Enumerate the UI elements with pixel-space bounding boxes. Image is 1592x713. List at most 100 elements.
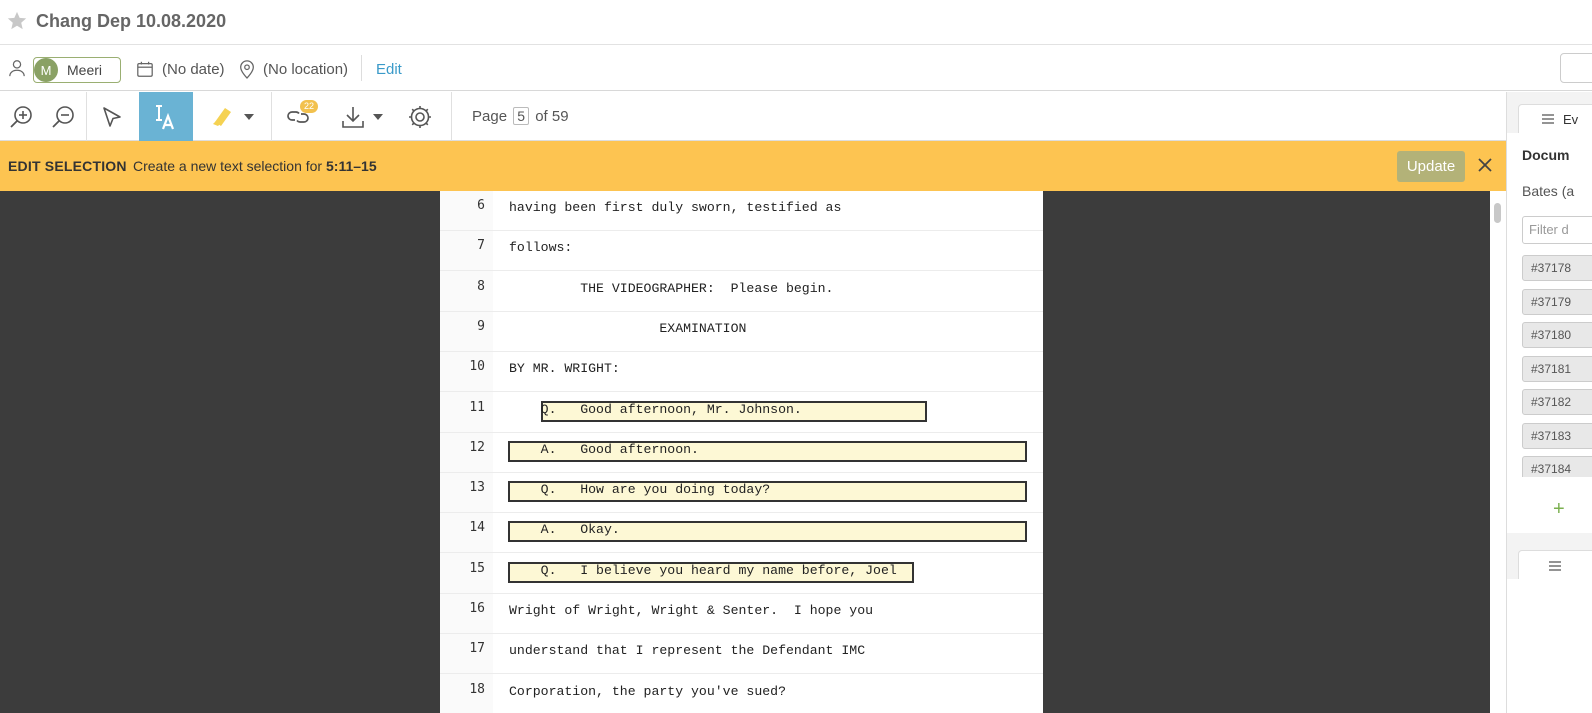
list-icon [1549,561,1561,571]
zoom-in-button[interactable] [2,92,40,141]
transcript-line[interactable]: 9 EXAMINATION [440,312,1043,352]
tab-secondary[interactable] [1518,550,1592,580]
banner-label: EDIT SELECTION [8,158,127,174]
text-select-icon [156,104,175,129]
person-icon [9,60,25,77]
transcript-line[interactable]: 17 understand that I represent the Defend… [440,634,1043,675]
line-number: 10 [469,359,485,375]
transcript-page[interactable]: 6 having been first duly sworn, testified… [440,191,1043,713]
bates-item[interactable]: #37179 [1522,288,1592,315]
banner-message: Create a new text selection for [133,158,326,174]
panel-subheading: Bates (a [1522,183,1575,199]
transcript-line[interactable]: 18 Corporation, the party you've sued? [440,675,1043,713]
transcript-line[interactable]: 16 Wright of Wright, Wright & Senter. I h… [440,594,1043,634]
line-number: 15 [469,560,485,576]
tab-label: Ev [1563,112,1579,127]
user-name: Meeri [67,62,103,78]
divider [451,92,452,141]
bates-item[interactable]: #37184 [1522,456,1592,477]
scrollbar-thumb[interactable] [1494,203,1501,223]
line-text: Q. I believe you heard my name before, J… [509,562,897,578]
transcript-line[interactable]: 8 THE VIDEOGRAPHER: Please begin. [440,272,1043,312]
add-button[interactable]: + [1553,498,1565,521]
secondary-panel [1507,579,1592,713]
line-text: A. Good afternoon. [509,441,699,457]
list-icon [1542,114,1554,124]
location-value: (No location) [263,61,349,78]
pointer-icon [103,106,121,127]
divider [86,92,87,141]
highlighter-button[interactable] [200,92,262,141]
line-text: A. Okay. [509,522,620,538]
line-number: 9 [477,318,485,334]
line-text: BY MR. WRIGHT: [509,361,620,377]
selection-range: 5:11–15 [326,158,377,174]
line-text: Q. How are you doing today? [509,482,771,498]
date-value: (No date) [162,61,225,78]
panel-heading: Docum [1522,147,1570,163]
bates-item[interactable]: #37181 [1522,355,1592,382]
page-prefix: Page [472,108,508,125]
transcript-line[interactable]: 6 having been first duly sworn, testified… [440,191,1043,231]
tab-evidence[interactable]: Ev [1518,104,1592,134]
page-indicator: Page 5 of 59 [472,107,569,125]
update-button[interactable]: Update [1397,151,1465,182]
chevron-down-icon [373,113,383,120]
line-text: EXAMINATION [509,320,747,336]
gear-icon [409,105,431,128]
transcript-line[interactable]: 7 follows: [440,231,1043,272]
settings-button[interactable] [400,92,440,141]
zoom-out-icon [52,105,74,128]
line-number: 6 [477,198,485,213]
pointer-tool-button[interactable] [90,92,134,141]
zoom-in-icon [10,105,32,128]
line-number: 8 [477,278,485,294]
bates-item[interactable]: #37180 [1522,322,1592,348]
line-number: 16 [469,601,485,616]
document-title: Chang Dep 10.08.2020 [36,11,227,31]
line-number: 12 [469,439,485,455]
line-text: having been first duly sworn, testified … [509,200,842,215]
download-button[interactable] [336,92,388,141]
page-number-input[interactable]: 5 [513,107,530,125]
edit-selection-banner: EDIT SELECTION Create a new text selecti… [0,141,1506,191]
line-number: 13 [469,480,485,496]
line-text: Wright of Wright, Wright & Senter. I hop… [509,603,874,618]
line-text: follows: [509,240,573,256]
transcript-line[interactable]: 15 Q. I believe you heard my name before… [440,554,1043,594]
viewer-toolbar: 22 Page 5 of 59 [0,92,1506,141]
calendar-icon [137,61,153,77]
close-icon[interactable] [1476,156,1494,174]
chevron-down-icon [244,113,254,120]
transcript-line[interactable]: 11 Q. Good afternoon, Mr. Johnson. [440,393,1043,433]
line-number: 17 [469,641,485,657]
location-pin-icon [240,60,254,79]
bates-item[interactable]: #37178 [1522,255,1592,281]
document-viewer[interactable]: 6 having been first duly sworn, testified… [0,191,1490,713]
transcript-line[interactable]: 12 A. Good afternoon. [440,433,1043,473]
user-chip[interactable]: M Meeri [33,57,121,83]
transcript-line[interactable]: 13 Q. How are you doing today? [440,473,1043,514]
line-number: 11 [469,399,485,415]
bates-item[interactable]: #37183 [1522,422,1592,449]
filter-input[interactable]: Filter d [1522,216,1592,244]
bates-list: #37178 #37179 #37180 #37181 #37182 #37183 #371… [1522,255,1592,477]
star-icon[interactable] [6,10,28,32]
edit-link[interactable]: Edit [376,61,402,78]
zoom-out-button[interactable] [44,92,82,141]
download-icon [342,106,364,128]
scrollbar[interactable] [1490,191,1506,713]
bates-item[interactable]: #37182 [1522,389,1592,415]
transcript-line[interactable]: 14 A. Okay. [440,513,1043,554]
line-text: Corporation, the party you've sued? [509,683,786,699]
line-text: Q. Good afternoon, Mr. Johnson. [509,401,802,417]
transcript-line[interactable]: 10 BY MR. WRIGHT: [440,352,1043,393]
links-count-badge: 22 [300,100,319,113]
line-number: 18 [469,681,485,697]
right-panel: Ev Docum Bates (a Filter d #37178 #37179 #… [1506,92,1592,713]
divider [271,92,272,141]
text-select-tool-button[interactable] [139,92,193,141]
header-control[interactable] [1560,53,1592,83]
line-text: THE VIDEOGRAPHER: Please begin. [509,280,834,296]
page-suffix: of 59 [535,108,569,125]
